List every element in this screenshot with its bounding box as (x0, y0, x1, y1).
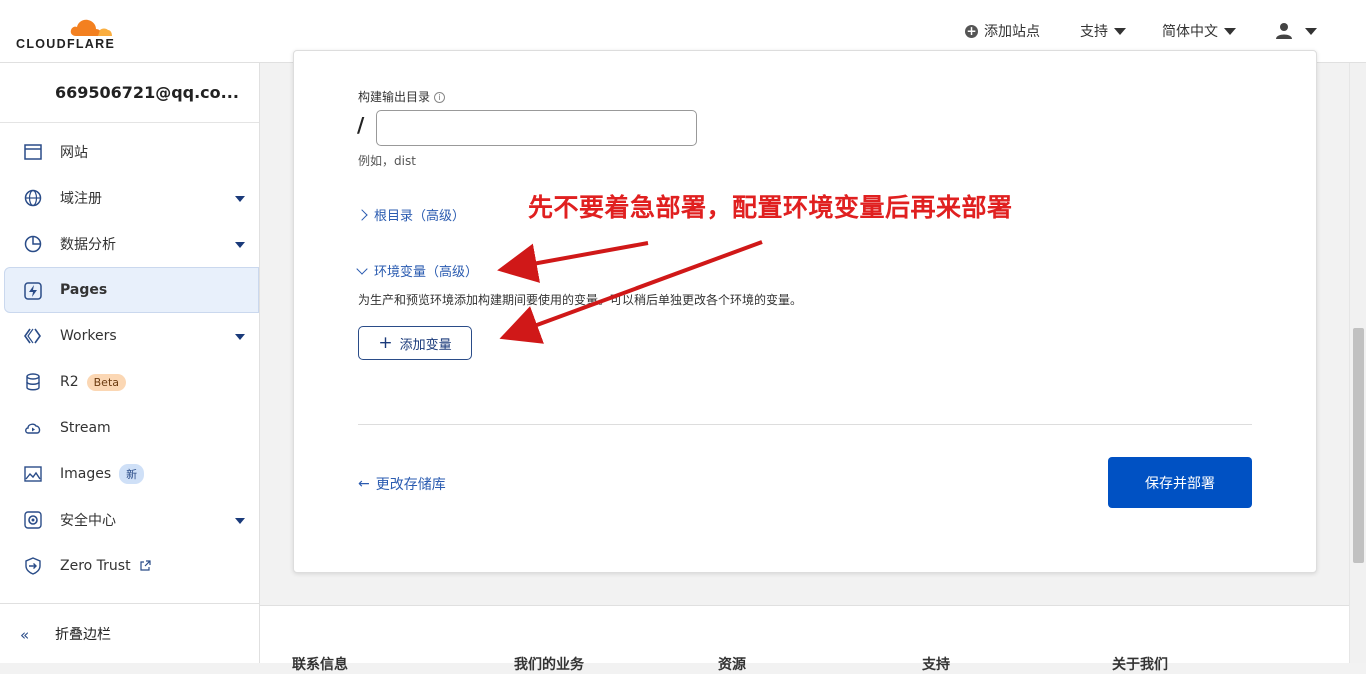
user-icon (1276, 23, 1292, 39)
sidebar-item-pages[interactable]: Pages (4, 267, 259, 313)
sidebar-item-label: Stream (60, 420, 111, 436)
zero-trust-icon (25, 557, 41, 575)
root-dir-label: 根目录（高级） (374, 209, 466, 224)
info-icon[interactable]: i (434, 92, 446, 103)
footer-col-contact[interactable]: 联系信息 (292, 654, 348, 674)
env-vars-description: 为生产和预览环境添加构建期间要使用的变量。可以稍后单独更改各个环境的变量。 (358, 293, 803, 307)
output-dir-hint: 例如，dist (358, 154, 416, 168)
user-menu[interactable] (1275, 22, 1317, 40)
footer-col-support[interactable]: 支持 (922, 654, 950, 674)
shield-gear-icon (24, 511, 42, 529)
annotation-text: 先不要着急部署，配置环境变量后再来部署 (528, 193, 1013, 222)
footer-col-resources[interactable]: 资源 (718, 654, 746, 674)
support-label: 支持 (1080, 24, 1108, 40)
collapse-label: 折叠边栏 (55, 626, 111, 643)
sidebar-item-label: 网站 (60, 145, 88, 161)
caret-down-icon (235, 196, 245, 202)
add-variable-button[interactable]: + 添加变量 (358, 326, 472, 360)
env-vars-toggle[interactable]: 环境变量（高级） (356, 261, 479, 280)
pages-setup-card: 构建输出目录 i / 例如，dist 根目录（高级） 环境变量（高级） 为生产和预… (293, 50, 1317, 573)
output-dir-label: 构建输出目录 i (358, 88, 446, 105)
language-label: 简体中文 (1162, 24, 1218, 40)
root-dir-toggle[interactable]: 根目录（高级） (356, 205, 466, 224)
sidebar-item-label: 数据分析 (60, 237, 116, 253)
cloudflare-logo[interactable]: CLOUDFLARE (16, 10, 126, 51)
logo-text: CLOUDFLARE (16, 37, 116, 51)
beta-badge: Beta (86, 373, 127, 391)
sidebar-item-label: R2 (60, 374, 79, 390)
sidebar-item-zero-trust[interactable]: Zero Trust (0, 543, 259, 589)
caret-down-icon (235, 518, 245, 524)
change-repo-label: 更改存储库 (375, 477, 446, 493)
sidebar: 669506721@qq.co... 网站 域注册 数据分析 Pages Wor… (0, 63, 260, 663)
caret-down-icon (1114, 27, 1126, 35)
plus-circle-icon: + (965, 23, 978, 38)
scrollbar-thumb[interactable] (1353, 328, 1364, 563)
save-and-deploy-button[interactable]: 保存并部署 (1108, 457, 1252, 508)
sidebar-item-label: Zero Trust (60, 558, 131, 574)
external-link-icon (139, 560, 151, 571)
sidebar-item-label: 域注册 (60, 191, 102, 207)
sidebar-item-r2[interactable]: R2 Beta (0, 359, 259, 405)
add-site-label: 添加站点 (984, 24, 1040, 40)
workers-icon (24, 328, 41, 344)
caret-down-icon (235, 242, 245, 248)
new-badge: 新 (119, 464, 145, 484)
page-scrollbar[interactable] (1349, 63, 1366, 663)
sidebar-item-label: Workers (60, 328, 117, 344)
account-name[interactable]: 669506721@qq.co... (0, 63, 259, 123)
env-vars-label: 环境变量（高级） (374, 265, 479, 280)
divider (358, 424, 1252, 425)
cloud-logo-icon (70, 19, 112, 36)
plus-icon: + (378, 332, 393, 353)
lightning-icon (24, 282, 42, 300)
footer-col-about[interactable]: 关于我们 (1112, 654, 1168, 674)
change-repo-link[interactable]: ← 更改存储库 (358, 474, 446, 494)
pie-chart-icon (24, 235, 42, 253)
caret-down-icon (235, 334, 245, 340)
cloud-play-icon (25, 423, 41, 434)
caret-down-icon (1305, 27, 1317, 35)
sidebar-item-domain-registration[interactable]: 域注册 (0, 175, 259, 221)
database-icon (26, 373, 40, 391)
globe-icon (24, 189, 42, 207)
footer: 联系信息 我们的业务 资源 支持 关于我们 (260, 605, 1350, 673)
output-dir-input[interactable] (376, 110, 697, 146)
sidebar-item-label: Pages (60, 282, 108, 298)
sidebar-item-websites[interactable]: 网站 (0, 129, 259, 175)
sidebar-item-label: Images (60, 466, 112, 482)
support-menu[interactable]: 支持 (1080, 21, 1126, 41)
language-menu[interactable]: 简体中文 (1162, 21, 1236, 41)
image-icon (24, 466, 42, 482)
chevron-down-icon (356, 262, 368, 275)
chevron-right-icon (356, 208, 368, 221)
sidebar-item-workers[interactable]: Workers (0, 313, 259, 359)
arrow-left-icon: ← (358, 476, 370, 492)
sidebar-item-stream[interactable]: Stream (0, 405, 259, 451)
add-variable-label: 添加变量 (399, 337, 452, 353)
caret-down-icon (1224, 27, 1236, 35)
add-site-link[interactable]: + 添加站点 (965, 21, 1040, 41)
collapse-sidebar-button[interactable]: « 折叠边栏 (0, 603, 259, 663)
sidebar-item-security-center[interactable]: 安全中心 (0, 497, 259, 543)
double-chevron-left-icon: « (20, 626, 30, 644)
sidebar-item-analytics[interactable]: 数据分析 (0, 221, 259, 267)
browser-window-icon (24, 144, 42, 160)
path-slash: / (357, 113, 365, 137)
sidebar-item-images[interactable]: Images 新 (0, 451, 259, 497)
sidebar-item-label: 安全中心 (60, 513, 116, 529)
footer-col-business[interactable]: 我们的业务 (514, 654, 584, 674)
